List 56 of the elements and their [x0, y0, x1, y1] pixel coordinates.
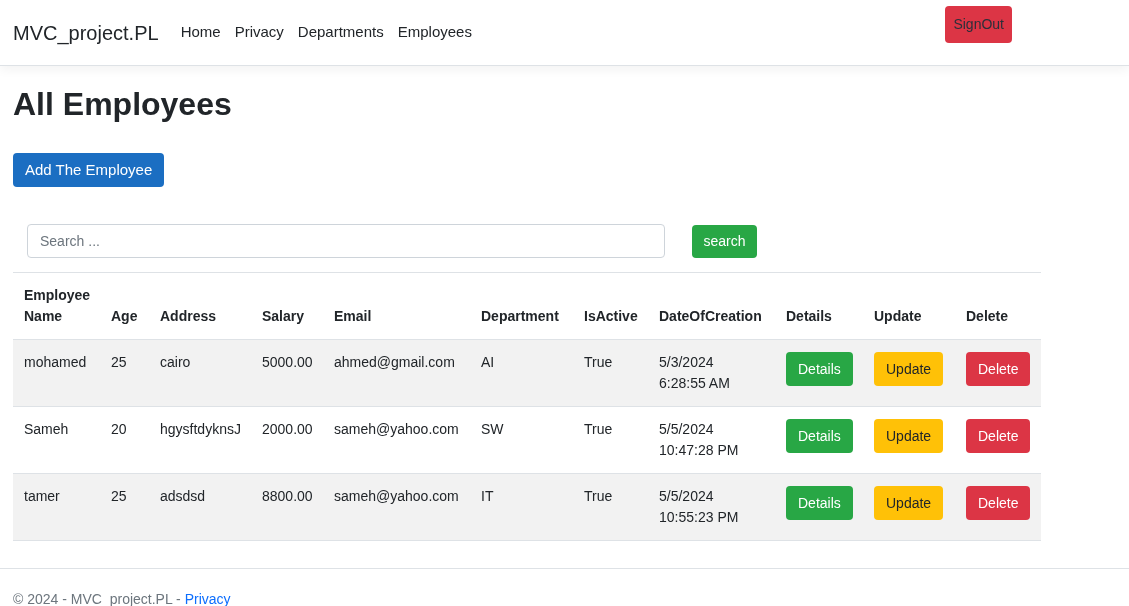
column-header: Update — [874, 308, 922, 324]
table-cell: True — [584, 421, 613, 437]
search-button[interactable]: search — [692, 224, 757, 258]
update-button[interactable]: Update — [874, 352, 944, 386]
table-cell: True — [584, 488, 613, 504]
table-cell: 5/5/2024 10:55:23 PM — [659, 488, 739, 525]
footer-text: © 2024 - MVC_project.PL - Privacy — [13, 591, 231, 606]
table-cell: AI — [481, 354, 495, 370]
details-button[interactable]: Details — [786, 486, 853, 520]
page-title: All Employees — [13, 85, 232, 124]
nav-link[interactable]: Privacy — [227, 21, 291, 44]
delete-button[interactable]: Delete — [966, 352, 1031, 386]
table-cell: sameh@yahoo.com — [334, 488, 459, 504]
table-cell: True — [584, 354, 613, 370]
column-header: Employee Name — [24, 287, 91, 324]
update-button[interactable]: Update — [874, 486, 944, 520]
table-cell: 5/5/2024 10:47:28 PM — [659, 421, 739, 458]
column-header: Details — [786, 308, 832, 324]
table-cell: 20 — [111, 421, 127, 437]
column-header: Delete — [966, 308, 1009, 324]
table-cell: mohamed — [24, 354, 87, 370]
column-header: Email — [334, 308, 372, 324]
table-cell: 2000.00 — [262, 421, 313, 437]
table-cell: adsdsd — [160, 488, 206, 504]
add-employee-button[interactable]: Add The Employee — [13, 153, 165, 187]
table-cell: SW — [481, 421, 504, 437]
column-header: IsActive — [584, 308, 638, 324]
brand-link[interactable]: MVC_project.PL — [13, 17, 159, 48]
column-header: Age — [111, 308, 138, 324]
table-cell: tamer — [24, 488, 60, 504]
table-cell: sameh@yahoo.com — [334, 421, 459, 437]
delete-button[interactable]: Delete — [966, 486, 1031, 520]
nav-link[interactable]: Home — [173, 21, 228, 44]
signout-button[interactable]: SignOut — [945, 6, 1012, 43]
nav-link[interactable]: Departments — [290, 21, 391, 44]
table-cell: ahmed@gmail.com — [334, 354, 455, 370]
column-header: Salary — [262, 308, 305, 324]
table-cell: 25 — [111, 354, 127, 370]
table-cell: cairo — [160, 354, 191, 370]
table-cell: 8800.00 — [262, 488, 313, 504]
delete-button[interactable]: Delete — [966, 419, 1031, 453]
search-field[interactable]: Search ... — [27, 224, 665, 258]
column-header: Department — [481, 308, 559, 324]
details-button[interactable]: Details — [786, 419, 853, 453]
table-cell: IT — [481, 488, 494, 504]
update-button[interactable]: Update — [874, 419, 944, 453]
footer-privacy-link[interactable]: Privacy — [184, 591, 231, 606]
column-header: Address — [160, 308, 217, 324]
table-cell: hgysftdyknsJ — [160, 421, 241, 437]
details-button[interactable]: Details — [786, 352, 853, 386]
table-cell: 5000.00 — [262, 354, 313, 370]
column-header: DateOfCreation — [659, 308, 762, 324]
table-cell: 25 — [111, 488, 127, 504]
table-cell: 5/3/2024 6:28:55 AM — [659, 354, 730, 391]
table-cell: Sameh — [24, 421, 69, 437]
nav-link[interactable]: Employees — [390, 21, 479, 44]
